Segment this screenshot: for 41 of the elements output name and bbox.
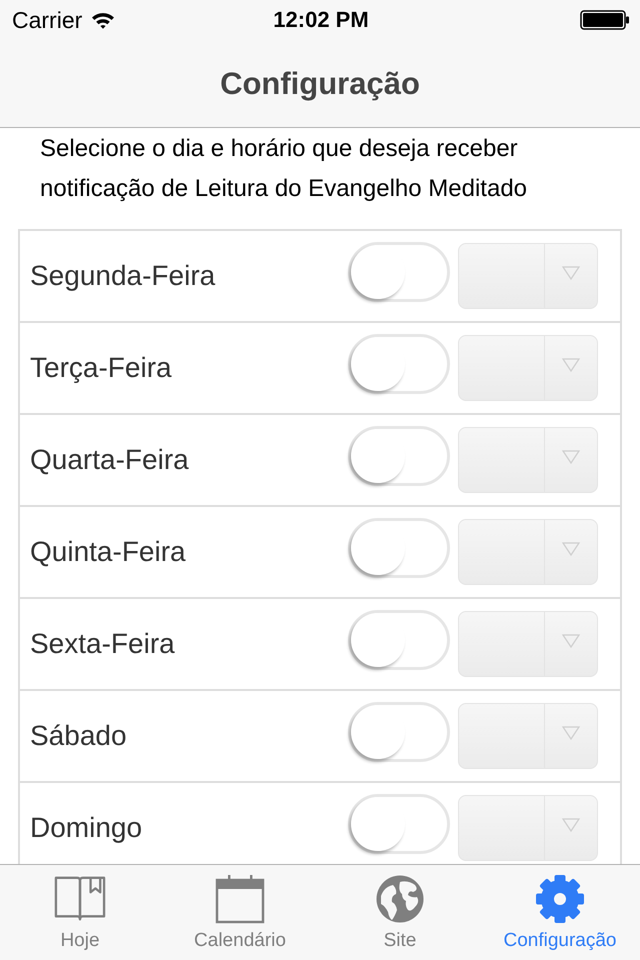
day-label: Quinta-Feira (30, 536, 187, 568)
time-dropdown[interactable] (458, 335, 598, 401)
caret-icon (562, 266, 580, 280)
wifi-icon (91, 11, 116, 29)
day-label: Terça-Feira (30, 352, 173, 384)
toggle-switch[interactable] (348, 518, 450, 578)
toggle-switch[interactable] (348, 610, 450, 670)
caret-icon (562, 358, 580, 372)
time-dropdown[interactable] (458, 795, 598, 861)
day-label: Segunda-Feira (30, 260, 216, 292)
caret-icon (562, 542, 580, 556)
instruction-text: Selecione o dia e horário que deseja receber notificação de Leitura do Evangelho Meditado (40, 134, 528, 204)
caret-icon (562, 726, 580, 740)
toggle-switch[interactable] (348, 242, 450, 302)
caret-icon (562, 450, 580, 464)
time-dropdown[interactable] (458, 519, 598, 585)
toggle-switch[interactable] (348, 426, 450, 486)
day-label: Quarta-Feira (30, 444, 190, 476)
tab-item[interactable]: Hoje (0, 865, 160, 960)
toggle-switch[interactable] (348, 334, 450, 394)
time-dropdown[interactable] (458, 703, 598, 769)
screen-title: Configuração (220, 66, 420, 102)
toggle-switch[interactable] (348, 702, 450, 762)
day-label: Sexta-Feira (30, 628, 176, 660)
clock-time: 12:02 PM (273, 7, 369, 33)
caret-icon (562, 634, 580, 648)
gear-icon (534, 874, 586, 924)
time-dropdown[interactable] (458, 427, 598, 493)
carrier-name: Carrier (12, 6, 82, 34)
calendar-icon (214, 874, 266, 924)
caret-icon (562, 818, 580, 832)
day-label: Domingo (30, 812, 144, 844)
tab-item[interactable]: Configuração (480, 865, 640, 960)
tab-item[interactable]: Site (320, 865, 480, 960)
battery-icon (580, 10, 630, 30)
tab-item[interactable]: Calendário (160, 865, 320, 960)
time-dropdown[interactable] (458, 611, 598, 677)
day-label: Sábado (30, 720, 128, 752)
time-dropdown[interactable] (458, 243, 598, 309)
toggle-switch[interactable] (348, 794, 450, 854)
globe-icon (374, 874, 426, 924)
